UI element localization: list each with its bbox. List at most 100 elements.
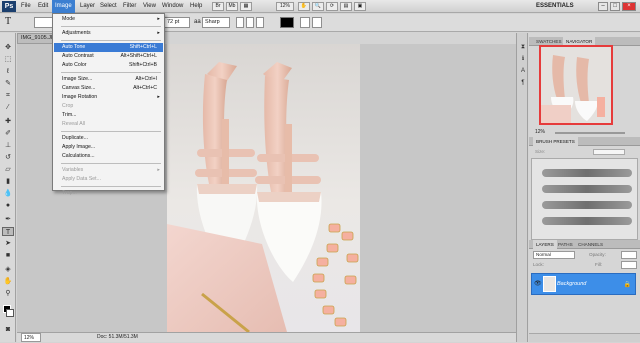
info-panel-icon[interactable]: ℹ — [519, 55, 527, 63]
submenu-arrow-icon: ▸ — [157, 16, 160, 22]
background-color-swatch[interactable] — [6, 309, 14, 317]
navigator-thumbnail — [539, 45, 613, 125]
menu-separator — [61, 186, 161, 187]
crop-tool-icon[interactable]: ⌗ — [2, 91, 14, 100]
bridge-button[interactable]: Br — [212, 2, 224, 11]
fill-field[interactable] — [621, 261, 637, 269]
tab-paths[interactable]: PATHS — [555, 240, 576, 249]
layer-row-background[interactable]: 👁 Background 🔒 — [531, 273, 636, 295]
pen-tool-icon[interactable]: ✒ — [2, 215, 14, 224]
type-tool-icon[interactable]: T — [5, 16, 11, 27]
zoom-tool-icon[interactable]: ⚲ — [2, 289, 14, 298]
blur-tool-icon[interactable]: 💧 — [2, 189, 14, 198]
menu-image[interactable]: Image — [52, 0, 75, 13]
eyedropper-tool-icon[interactable]: ⁄ — [2, 103, 14, 112]
menu-item-auto-color[interactable]: Auto Color Shift+Ctrl+B — [54, 61, 163, 70]
navigator-zoom-slider[interactable] — [555, 132, 625, 134]
zoom-level-select[interactable]: 12% — [276, 2, 294, 11]
guides-button[interactable]: ▦ — [240, 2, 252, 11]
hand-tool-icon[interactable]: ✋ — [2, 277, 14, 286]
brush-preset-4[interactable] — [542, 217, 632, 225]
close-icon[interactable]: × — [622, 2, 636, 11]
maximize-icon[interactable]: □ — [610, 2, 620, 11]
healing-brush-icon[interactable]: ✚ — [2, 117, 14, 126]
quick-select-tool-icon[interactable]: ✎ — [2, 79, 14, 88]
menu-item-trap: Trap... — [54, 189, 163, 198]
shape-tool-icon[interactable]: ■ — [2, 251, 14, 260]
history-brush-icon[interactable]: ↺ — [2, 153, 14, 162]
menu-item-label: Crop — [62, 103, 74, 109]
menu-item-variables: Variables ▸ — [54, 166, 163, 175]
tab-channels[interactable]: CHANNELS — [575, 240, 606, 249]
gradient-tool-icon[interactable]: ▮ — [2, 177, 14, 186]
move-tool-icon[interactable]: ✥ — [2, 43, 14, 52]
brush-preset-3[interactable] — [542, 201, 632, 209]
menu-item-canvas-size[interactable]: Canvas Size... Alt+Ctrl+C — [54, 84, 163, 93]
quick-mask-icon[interactable]: ◙ — [2, 325, 14, 334]
hand-tool-icon[interactable]: ✋ — [298, 2, 310, 11]
tab-layers[interactable]: LAYERS — [533, 240, 557, 249]
marquee-tool-icon[interactable]: ⬚ — [2, 55, 14, 64]
menu-item-image-size[interactable]: Image Size... Alt+Ctrl+I — [54, 75, 163, 84]
brush-tool-icon[interactable]: ✐ — [2, 129, 14, 138]
menu-help[interactable]: Help — [187, 0, 205, 13]
fill-label: Fill: — [595, 262, 603, 267]
layer-thumbnail — [543, 276, 556, 292]
screen-mode-icon[interactable]: ▣ — [354, 2, 366, 11]
align-center-icon[interactable] — [246, 17, 254, 28]
minimize-icon[interactable]: – — [598, 2, 608, 11]
menu-edit[interactable]: Edit — [35, 0, 51, 13]
brush-preset-1[interactable] — [542, 169, 632, 177]
brush-preset-2[interactable] — [542, 185, 632, 193]
tab-brush-presets[interactable]: BRUSH PRESETS — [533, 137, 578, 146]
menu-item-label: Auto Contrast — [62, 53, 94, 59]
align-right-icon[interactable] — [256, 17, 264, 28]
menu-item-label: Reveal All — [62, 121, 86, 127]
path-select-icon[interactable]: ➤ — [2, 239, 14, 248]
eye-icon[interactable]: 👁 — [534, 280, 542, 287]
menu-item-image-rotation[interactable]: Image Rotation ▸ — [54, 93, 163, 102]
menu-item-auto-contrast[interactable]: Auto Contrast Alt+Shift+Ctrl+L — [54, 52, 163, 61]
opacity-field[interactable] — [621, 251, 637, 259]
workspace-switcher[interactable]: ESSENTIALS — [536, 3, 574, 9]
type-tool-icon[interactable]: T — [2, 227, 14, 236]
mini-bridge-button[interactable]: Mb — [226, 2, 238, 11]
menu-item-apply-image[interactable]: Apply Image... — [54, 143, 163, 152]
warp-text-icon[interactable] — [300, 17, 310, 28]
character-panel-icon[interactable]: A — [519, 67, 527, 75]
menu-window[interactable]: Window — [159, 0, 186, 13]
font-size-field[interactable]: 72 pt — [164, 17, 190, 28]
antialias-select[interactable]: Sharp — [202, 17, 230, 28]
menu-item-calculations[interactable]: Calculations... — [54, 152, 163, 161]
document-image — [167, 44, 360, 332]
arrange-documents-icon[interactable]: ▤ — [340, 2, 352, 11]
menu-view[interactable]: View — [140, 0, 159, 13]
zoom-tool-icon[interactable]: 🔍 — [312, 2, 324, 11]
menu-item-label: Apply Data Set... — [62, 176, 101, 182]
menu-item-shortcut: Alt+Shift+Ctrl+L — [120, 53, 157, 59]
rotate-view-icon[interactable]: ⟳ — [326, 2, 338, 11]
menu-file[interactable]: File — [18, 0, 34, 13]
dodge-tool-icon[interactable]: ● — [2, 201, 14, 210]
align-left-icon[interactable] — [236, 17, 244, 28]
menu-item-auto-tone[interactable]: Auto Tone Shift+Ctrl+L — [54, 43, 163, 52]
menu-select[interactable]: Select — [97, 0, 120, 13]
character-panel-icon[interactable] — [312, 17, 322, 28]
text-color-swatch[interactable] — [280, 17, 294, 28]
menu-layer[interactable]: Layer — [77, 0, 98, 13]
blend-mode-select[interactable]: Normal — [533, 251, 575, 259]
brush-size-field[interactable] — [593, 149, 625, 155]
lasso-tool-icon[interactable]: ℓ — [2, 67, 14, 76]
history-panel-icon[interactable]: ⧗ — [519, 43, 527, 51]
menu-filter[interactable]: Filter — [120, 0, 139, 13]
menu-item-trim[interactable]: Trim... — [54, 111, 163, 120]
menu-item-label: Variables — [62, 167, 84, 173]
paragraph-panel-icon[interactable]: ¶ — [519, 79, 527, 87]
eraser-tool-icon[interactable]: ▱ — [2, 165, 14, 174]
menu-item-adjustments[interactable]: Adjustments ▸ — [54, 29, 163, 38]
status-zoom-field[interactable]: 12% — [21, 333, 41, 342]
menu-item-duplicate[interactable]: Duplicate... — [54, 134, 163, 143]
menu-item-mode[interactable]: Mode ▸ — [54, 15, 163, 24]
clone-stamp-icon[interactable]: ⊥ — [2, 141, 14, 150]
3d-tool-icon[interactable]: ◈ — [2, 265, 14, 274]
